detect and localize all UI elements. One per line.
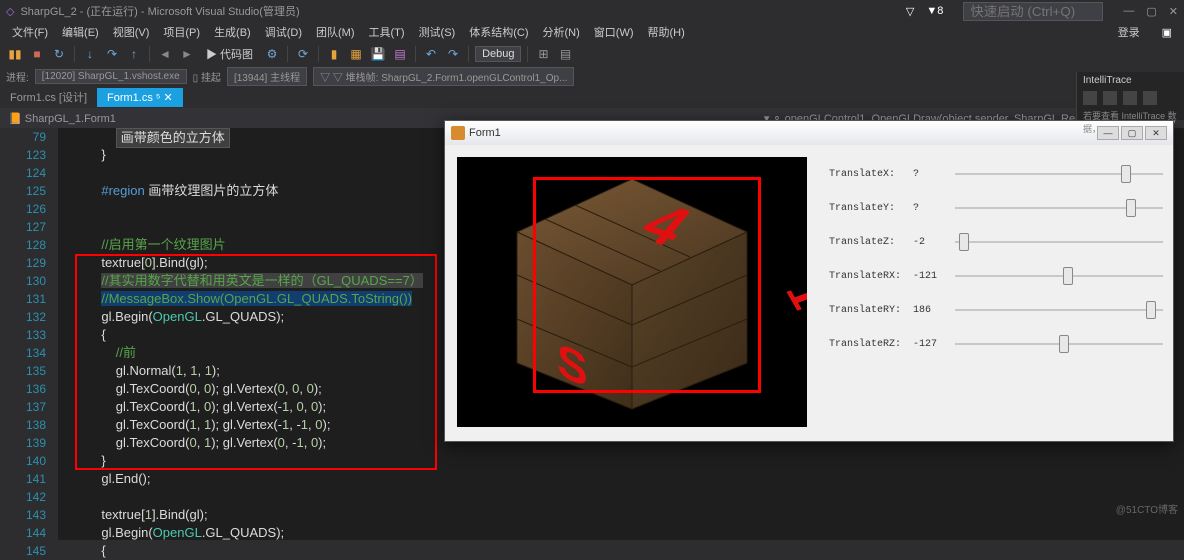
flag-badge[interactable]: ▼8 [926,5,943,17]
menu-help[interactable]: 帮助(H) [642,22,691,42]
user-icon[interactable]: ▣ [1156,24,1178,41]
slider-value: -2 [913,237,943,248]
debug-process-bar: 进程: [12020] SharpGL_1.vshost.exe ▯ 挂起 [1… [0,66,1184,86]
slider-label: TranslateRY: [829,305,901,316]
tool-icon[interactable]: ⚙ [263,45,281,63]
it-icon-4[interactable] [1143,91,1157,105]
slider-label: TranslateY: [829,203,901,214]
undo-icon[interactable]: ↶ [422,45,440,63]
opengl-canvas[interactable]: 4 S 1 [457,157,807,427]
slider-value: 186 [913,305,943,316]
slider-label: TranslateX: [829,169,901,180]
control-row: TranslateRX: -121 [829,259,1163,293]
slider-value: ? [913,169,943,180]
slider-label: TranslateRX: [829,271,901,282]
main-toolbar: ▮▮ ■ ↻ ↓ ↷ ↑ ◄ ► ▶ 代码图 ⚙ ⟳ ▮ ▦ 💾 ▤ ↶ ↷ D… [0,42,1184,66]
slider-label: TranslateZ: [829,237,901,248]
slider-track[interactable] [955,163,1163,185]
step-out-icon[interactable]: ↑ [125,45,143,63]
form-icon [451,126,465,140]
slider-track[interactable] [955,231,1163,253]
new-icon[interactable]: ▮ [325,45,343,63]
menu-debug[interactable]: 调试(D) [259,22,308,42]
form-title-text: Form1 [469,127,501,139]
suspend-button[interactable]: ▯ 挂起 [193,69,221,84]
watermark: @51CTO博客 [1116,501,1178,516]
control-row: TranslateRY: 186 [829,293,1163,327]
window-title: SharpGL_2 - (正在运行) - Microsoft Visual St… [20,3,905,19]
title-bar: ◇ SharpGL_2 - (正在运行) - Microsoft Visual … [0,0,1184,22]
saveall-icon[interactable]: ▤ [391,45,409,63]
menu-team[interactable]: 团队(M) [310,22,361,42]
slider-track[interactable] [955,265,1163,287]
form1-window[interactable]: Form1 — ▢ ✕ [444,120,1174,442]
menu-edit[interactable]: 编辑(E) [56,22,105,42]
pause-icon[interactable]: ▮▮ [6,45,24,63]
slider-value: ? [913,203,943,214]
menu-view[interactable]: 视图(V) [107,22,156,42]
step-in-icon[interactable]: ↓ [81,45,99,63]
notification-icon[interactable]: ▽ [906,5,914,18]
intellitrace-title: IntelliTrace [1077,72,1184,89]
slider-value: -121 [913,271,943,282]
menu-arch[interactable]: 体系结构(C) [463,22,534,42]
menu-test[interactable]: 测试(S) [413,22,462,42]
login-link[interactable]: 登录 [1112,22,1146,42]
it-icon-2[interactable] [1103,91,1117,105]
slider-track[interactable] [955,333,1163,355]
minimize-icon[interactable]: — [1123,5,1134,17]
menu-build[interactable]: 生成(B) [208,22,257,42]
control-row: TranslateX:? [829,157,1163,191]
restart-icon[interactable]: ↻ [50,45,68,63]
step-over-icon[interactable]: ↷ [103,45,121,63]
codemap-button[interactable]: ▶ 代码图 [200,46,259,62]
line-gutter: 7912312412512612712812913013113213313413… [0,128,58,540]
intellitrace-panel[interactable]: IntelliTrace 若要查看 IntelliTrace 数据， [1076,72,1184,120]
thread-dropdown[interactable]: [13944] 主线程 [227,67,307,86]
refresh-icon[interactable]: ⟳ [294,45,312,63]
process-label: 进程: [6,69,29,84]
svg-text:1: 1 [776,275,807,315]
maximize-icon[interactable]: ▢ [1146,5,1156,18]
class-dropdown[interactable]: 📙 SharpGL_1.Form1 [8,112,116,125]
it-icon-3[interactable] [1123,91,1137,105]
window-icon[interactable]: ▤ [556,45,574,63]
document-tabs: Form1.cs [设计] Form1.cs ⁵ ✕ [0,86,1184,108]
menu-project[interactable]: 项目(P) [157,22,206,42]
vs-icon: ◇ [6,5,14,18]
process-dropdown[interactable]: [12020] SharpGL_1.vshost.exe [35,69,187,84]
intellitrace-hint: 若要查看 IntelliTrace 数据， [1077,107,1184,137]
slider-label: TranslateRZ: [829,339,901,350]
save-icon[interactable]: 💾 [369,45,387,63]
close-icon[interactable]: ✕ [1169,5,1178,18]
stackframe-dropdown[interactable]: ▽ ▽ 堆栈帧: SharpGL_2.Form1.openGLControl1_… [313,67,574,86]
menu-file[interactable]: 文件(F) [6,22,54,42]
controls-panel: TranslateX:?TranslateY:?TranslateZ:-2Tra… [819,145,1173,441]
nav-fwd-icon[interactable]: ► [178,45,196,63]
quick-launch-input[interactable] [963,2,1103,21]
slider-value: -127 [913,339,943,350]
redo-icon[interactable]: ↷ [444,45,462,63]
it-icon-1[interactable] [1083,91,1097,105]
nav-back-icon[interactable]: ◄ [156,45,174,63]
menu-bar: 文件(F) 编辑(E) 视图(V) 项目(P) 生成(B) 调试(D) 团队(M… [0,22,1184,42]
control-row: TranslateRZ: -127 [829,327,1163,361]
stop-icon[interactable]: ■ [28,45,46,63]
control-row: TranslateY:? [829,191,1163,225]
tab-designer[interactable]: Form1.cs [设计] [0,86,97,108]
slider-track[interactable] [955,197,1163,219]
form1-titlebar[interactable]: Form1 — ▢ ✕ [445,121,1173,145]
menu-tools[interactable]: 工具(T) [363,22,411,42]
layout-icon[interactable]: ⊞ [534,45,552,63]
control-row: TranslateZ: -2 [829,225,1163,259]
selection-rect [533,177,761,393]
open-icon[interactable]: ▦ [347,45,365,63]
slider-track[interactable] [955,299,1163,321]
menu-analyze[interactable]: 分析(N) [537,22,586,42]
menu-window[interactable]: 窗口(W) [588,22,640,42]
tab-code[interactable]: Form1.cs ⁵ ✕ [97,88,183,107]
debug-config[interactable]: Debug [475,46,521,62]
